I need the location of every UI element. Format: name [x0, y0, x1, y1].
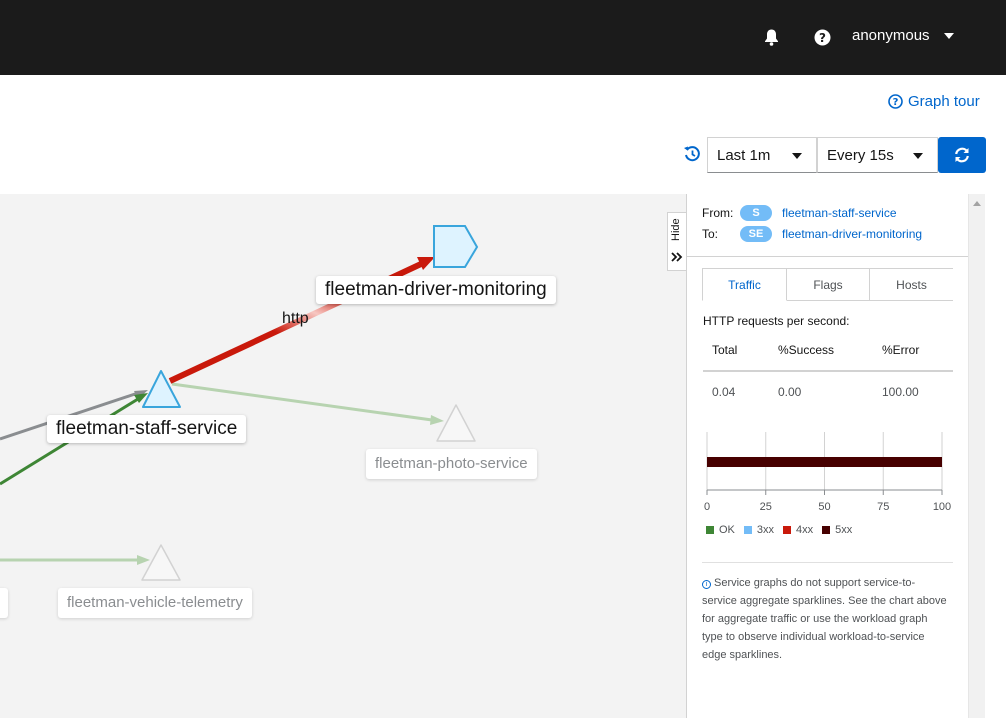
- legend-item: 4xx: [783, 524, 813, 536]
- caret-down-icon: [943, 32, 954, 39]
- legend-swatch-4xx: [783, 526, 792, 534]
- duration-dropdown[interactable]: Last 1m: [707, 137, 817, 173]
- chart-legend: OK 3xx 4xx 5xx: [706, 524, 852, 536]
- x-tick-label: 75: [877, 501, 889, 513]
- divider: [702, 562, 953, 563]
- sync-icon: [955, 147, 969, 163]
- to-label: To:: [702, 227, 719, 241]
- history-icon[interactable]: [683, 145, 701, 163]
- info-note: i Service graphs do not support service-t…: [702, 574, 948, 664]
- duration-value: Last 1m: [717, 146, 771, 164]
- user-menu[interactable]: anonymous: [852, 27, 954, 44]
- panel-tabs: Traffic Flags Hosts: [702, 268, 953, 301]
- legend-swatch-5xx: [822, 526, 831, 534]
- caret-down-icon: [792, 153, 802, 159]
- from-service-link[interactable]: fleetman-staff-service: [782, 206, 897, 220]
- requests-heading: HTTP requests per second:: [703, 314, 850, 328]
- node-vehicle-telemetry[interactable]: [141, 544, 181, 581]
- service-badge: S: [740, 205, 772, 221]
- question-circle-icon[interactable]: ?: [813, 28, 831, 46]
- username: anonymous: [852, 27, 930, 44]
- refresh-interval-dropdown[interactable]: Every 15s: [817, 137, 938, 173]
- graph-canvas[interactable]: http fleetman-driver-monitoring fleetman…: [0, 194, 686, 718]
- col-success: %Success: [778, 343, 835, 357]
- info-icon: i: [702, 580, 711, 589]
- edge-to-row: To: SE fleetman-driver-monitoring: [702, 226, 922, 242]
- node-label-driver-monitoring[interactable]: fleetman-driver-monitoring: [316, 276, 556, 304]
- caret-down-icon: [913, 153, 923, 159]
- legend-swatch-3xx: [743, 526, 752, 534]
- double-chevron-right-icon: [671, 252, 683, 262]
- svg-text:?: ?: [893, 97, 899, 108]
- legend-label: 5xx: [835, 524, 853, 536]
- scroll-up-arrow-icon[interactable]: [973, 201, 981, 206]
- x-tick-label: 100: [933, 501, 951, 513]
- cell-total: 0.04: [712, 385, 736, 399]
- legend-item: 5xx: [822, 524, 852, 536]
- arrowhead: [430, 415, 444, 425]
- x-tick-label: 50: [818, 501, 830, 513]
- node-label-staff-service[interactable]: fleetman-staff-service: [47, 415, 247, 443]
- x-tick-label: 25: [760, 501, 772, 513]
- tab-traffic[interactable]: Traffic: [702, 268, 787, 301]
- graph-tour-label: Graph tour: [908, 93, 980, 110]
- edge-from-row: From: S fleetman-staff-service: [702, 205, 897, 221]
- edge-protocol-label: http: [282, 310, 309, 327]
- arrowhead: [137, 555, 150, 565]
- node-driver-monitoring[interactable]: [433, 225, 479, 268]
- from-label: From:: [702, 206, 734, 220]
- node-label-photo-service[interactable]: fleetman-photo-service: [366, 449, 537, 479]
- legend-label: 4xx: [796, 524, 814, 536]
- panel-scrollbar[interactable]: [968, 194, 985, 718]
- tab-flags[interactable]: Flags: [787, 268, 870, 301]
- legend-label: OK: [719, 524, 735, 536]
- legend-item: OK: [706, 524, 735, 536]
- info-text: Service graphs do not support service-to…: [702, 577, 947, 661]
- refresh-button[interactable]: [938, 137, 986, 173]
- hide-panel-tab[interactable]: Hide: [667, 212, 687, 271]
- to-service-link[interactable]: fleetman-driver-monitoring: [782, 227, 922, 241]
- node-photo-service[interactable]: [436, 404, 476, 442]
- legend-swatch-ok: [706, 526, 714, 534]
- node-label-vehicle-telemetry[interactable]: fleetman-vehicle-telemetry: [58, 588, 252, 618]
- masthead: ? anonymous: [0, 0, 1006, 75]
- legend-item: 3xx: [743, 524, 775, 536]
- divider: [703, 370, 953, 372]
- refresh-interval-value: Every 15s: [827, 146, 894, 164]
- traffic-bar-chart: 0 25 50 75 100: [704, 432, 951, 513]
- graph-tour-link[interactable]: ? Graph tour: [888, 93, 980, 110]
- col-total: Total: [712, 343, 738, 357]
- x-tick-label: 0: [704, 501, 710, 513]
- cell-error: 100.00: [882, 385, 919, 399]
- question-circle-icon: ?: [888, 94, 903, 109]
- graph-svg: [0, 225, 479, 581]
- service-entry-badge: SE: [740, 226, 772, 242]
- bell-icon[interactable]: [762, 28, 780, 46]
- svg-text:?: ?: [819, 31, 826, 45]
- cell-success: 0.00: [778, 385, 802, 399]
- col-error: %Error: [882, 343, 920, 357]
- divider: [687, 256, 968, 257]
- node-label-offscreen[interactable]: [0, 588, 8, 618]
- hide-label: Hide: [670, 218, 682, 241]
- bar-segment-5xx[interactable]: [707, 457, 942, 467]
- tab-hosts[interactable]: Hosts: [870, 268, 953, 301]
- legend-label: 3xx: [756, 524, 775, 536]
